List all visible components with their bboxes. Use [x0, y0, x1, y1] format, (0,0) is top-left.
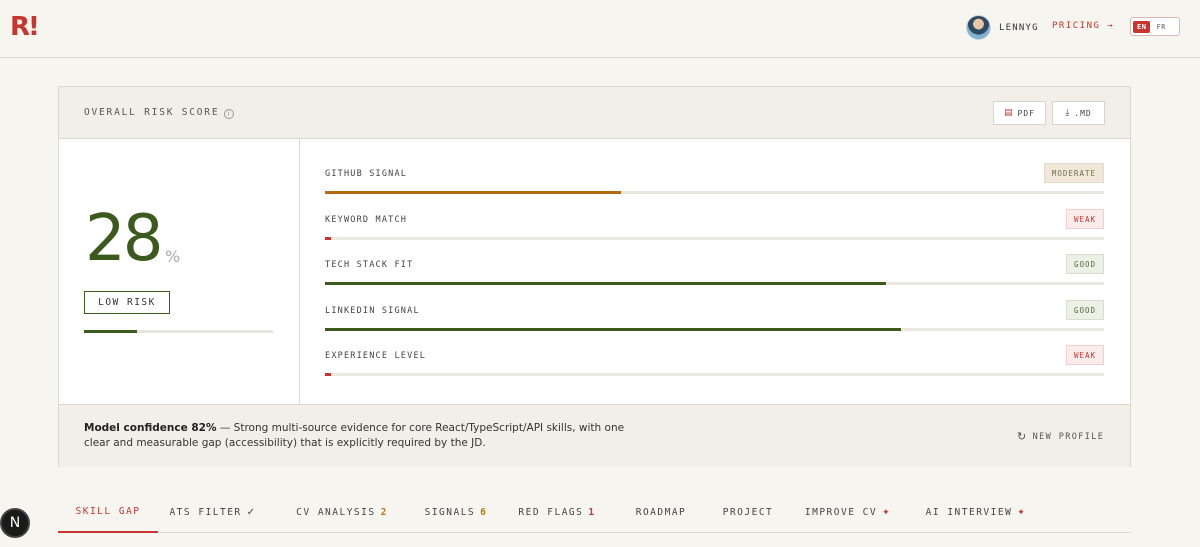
tab-red-flags[interactable]: RED FLAGS 1 — [509, 492, 605, 533]
tab-label: ROADMAP — [635, 507, 687, 518]
tab-cv-analysis[interactable]: CV ANALYSIS 2 — [282, 492, 402, 533]
tab-label: SKILL GAP — [75, 506, 141, 517]
risk-level-badge: LOW RISK — [84, 291, 170, 314]
tab-signals[interactable]: SIGNALS 6 — [413, 492, 499, 533]
tab-label: RED FLAGS — [518, 507, 584, 518]
md-label: .MD — [1074, 108, 1092, 118]
lang-en-option[interactable]: EN — [1133, 20, 1151, 33]
tab-count-badge: 1 — [588, 507, 596, 518]
pdf-file-icon: ▤ — [1004, 108, 1014, 118]
dev-tools-badge[interactable]: N — [0, 508, 30, 538]
tab-label: AI INTERVIEW — [925, 507, 1013, 518]
tab-label: CV ANALYSIS — [296, 507, 376, 518]
sparkle-icon: ✦ — [1017, 507, 1027, 518]
tab-ai-interview[interactable]: AI INTERVIEW ✦ — [916, 492, 1036, 533]
tab-improve-cv[interactable]: IMPROVE CV ✦ — [798, 492, 898, 533]
signal-row: EXPERIENCE LEVEL WEAK — [325, 321, 1104, 376]
signal-status-badge: GOOD — [1065, 300, 1104, 320]
export-md-button[interactable]: ⤓ .MD — [1052, 101, 1105, 125]
card-title: OVERALL RISK SCORE i — [84, 107, 235, 119]
signal-label: TECH STACK FIT — [325, 260, 414, 270]
signal-progress-track — [325, 373, 1104, 376]
pricing-link[interactable]: PRICING → — [1052, 21, 1114, 31]
signal-row: GITHUB SIGNAL MODERATE — [325, 139, 1104, 194]
signal-status-badge: GOOD — [1065, 254, 1104, 274]
risk-score-card: OVERALL RISK SCORE i ▤ PDF ⤓ .MD 28 % LOW… — [58, 86, 1131, 467]
app-logo[interactable]: R! — [10, 12, 40, 42]
risk-progress-track — [84, 330, 273, 333]
result-tabs: SKILL GAP ATS FILTER ✓ CV ANALYSIS 2 SIGNALS 6… — [58, 492, 1131, 533]
card-footer: Model confidence 82% — Strong multi-sour… — [59, 404, 1130, 467]
tab-roadmap[interactable]: ROADMAP — [621, 492, 701, 533]
download-icon: ⤓ — [1065, 108, 1071, 118]
signal-row: LINKEDIN SIGNAL GOOD — [325, 276, 1104, 331]
new-profile-button[interactable]: ↻ NEW PROFILE — [1017, 430, 1104, 443]
card-title-text: OVERALL RISK SCORE — [84, 107, 220, 118]
tab-count-badge: 6 — [480, 507, 488, 518]
pdf-label: PDF — [1017, 108, 1035, 118]
signal-row: KEYWORD MATCH WEAK — [325, 185, 1104, 240]
language-toggle[interactable]: EN FR — [1130, 17, 1180, 36]
signal-status-badge: MODERATE — [1043, 163, 1104, 183]
signal-row: TECH STACK FIT GOOD — [325, 230, 1104, 285]
tab-ats-filter[interactable]: ATS FILTER ✓ — [158, 492, 268, 533]
export-pdf-button[interactable]: ▤ PDF — [993, 101, 1046, 125]
tab-label: ATS FILTER — [169, 507, 242, 518]
signal-progress-fill — [325, 373, 332, 376]
signal-label: EXPERIENCE LEVEL — [325, 351, 427, 361]
signal-label: KEYWORD MATCH — [325, 215, 408, 225]
tab-label: SIGNALS — [424, 507, 476, 518]
check-icon: ✓ — [246, 507, 257, 518]
score-panel: 28 % LOW RISK — [59, 139, 300, 404]
signal-status-badge: WEAK — [1065, 345, 1104, 365]
username: LENNYG — [999, 22, 1039, 33]
tab-skill-gap[interactable]: SKILL GAP — [58, 492, 158, 533]
signal-status-badge: WEAK — [1065, 209, 1104, 229]
risk-progress-fill — [84, 330, 137, 333]
card-header: OVERALL RISK SCORE i ▤ PDF ⤓ .MD — [59, 87, 1130, 139]
risk-score-value: 28 — [85, 202, 163, 276]
signals-panel: GITHUB SIGNAL MODERATE KEYWORD MATCH WEAK TE… — [325, 139, 1105, 404]
signal-label: GITHUB SIGNAL — [325, 169, 408, 179]
sparkle-icon: ✦ — [882, 507, 892, 518]
tab-label: IMPROVE CV — [804, 507, 878, 518]
user-menu[interactable]: LENNYG — [966, 15, 1039, 40]
model-confidence-text: Model confidence 82% — Strong multi-sour… — [84, 421, 634, 451]
signal-label: LINKEDIN SIGNAL — [325, 306, 420, 316]
refresh-icon: ↻ — [1017, 430, 1028, 443]
lang-fr-option[interactable]: FR — [1152, 21, 1169, 33]
info-icon[interactable]: i — [224, 109, 235, 119]
risk-score-unit: % — [165, 247, 181, 266]
tab-label: PROJECT — [722, 507, 774, 518]
tab-count-badge: 2 — [380, 507, 388, 518]
avatar[interactable] — [966, 15, 991, 40]
new-profile-label: NEW PROFILE — [1032, 431, 1105, 442]
tab-project[interactable]: PROJECT — [708, 492, 788, 533]
confidence-heading: Model confidence 82% — [84, 422, 217, 434]
top-bar: R! LENNYG PRICING → EN FR — [0, 0, 1200, 58]
